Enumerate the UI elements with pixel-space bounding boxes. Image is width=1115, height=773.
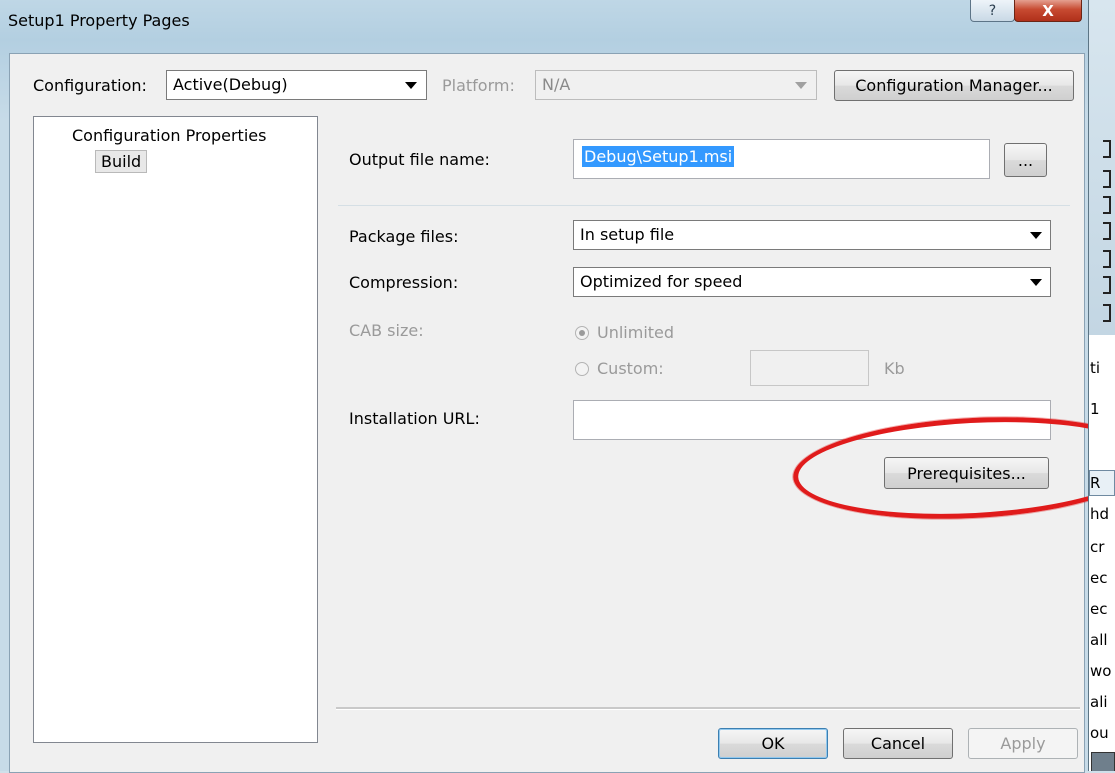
background-scroll-element — [1091, 752, 1115, 771]
platform-select[interactable]: N/A — [535, 70, 817, 100]
ok-button[interactable]: OK — [718, 728, 828, 759]
bracket-mark — [1103, 304, 1111, 322]
bracket-mark — [1103, 222, 1111, 240]
background-text-fragment: 1 — [1090, 400, 1100, 418]
installation-url-input[interactable] — [573, 400, 1051, 440]
close-icon: X — [1042, 1, 1054, 20]
background-text-fragment: ec — [1090, 600, 1108, 618]
prerequisites-button[interactable]: Prerequisites... — [884, 457, 1049, 489]
help-icon: ? — [988, 2, 997, 19]
window-title: Setup1 Property Pages — [8, 11, 190, 30]
chevron-down-icon — [1030, 279, 1042, 286]
tree-root-configuration-properties[interactable]: Configuration Properties — [72, 126, 266, 145]
bracket-mark — [1103, 196, 1111, 214]
unlimited-radio[interactable] — [575, 326, 589, 340]
bracket-mark — [1103, 140, 1111, 158]
custom-radio[interactable] — [575, 362, 589, 376]
package-files-value: In setup file — [580, 225, 675, 244]
configuration-select[interactable]: Active(Debug) — [166, 70, 427, 100]
tree-item-build[interactable]: Build — [95, 150, 148, 173]
unlimited-label: Unlimited — [597, 323, 675, 342]
background-text-fragment: ec — [1090, 569, 1108, 587]
background-text-fragment: all — [1090, 631, 1108, 649]
output-file-name-value: Debug\Setup1.msi — [582, 146, 735, 167]
apply-button[interactable]: Apply — [968, 728, 1078, 759]
configuration-tree: Configuration Properties Build — [33, 116, 318, 743]
section-divider — [338, 205, 1070, 206]
bracket-mark — [1103, 276, 1111, 294]
browse-button[interactable]: ... — [1004, 143, 1047, 177]
background-text-fragment: wo — [1090, 662, 1112, 680]
platform-label: Platform: — [442, 76, 515, 95]
bracket-mark — [1103, 250, 1111, 268]
background-text-fragment: ti — [1090, 359, 1101, 377]
background-text-fragment: ou — [1090, 724, 1109, 742]
chevron-down-icon — [405, 82, 417, 89]
bracket-mark — [1103, 170, 1111, 188]
background-window: ti 1 R hd cr ec ec all wo ali ou — [1088, 0, 1115, 771]
package-files-select[interactable]: In setup file — [573, 220, 1051, 250]
kb-unit-label: Kb — [884, 359, 905, 378]
cancel-button[interactable]: Cancel — [843, 728, 953, 759]
background-window-header — [1089, 0, 1115, 335]
compression-value: Optimized for speed — [580, 272, 743, 291]
background-text-fragment: hd — [1090, 505, 1110, 523]
background-text-fragment: ali — [1090, 693, 1108, 711]
cab-size-label: CAB size: — [349, 321, 424, 340]
help-button[interactable]: ? — [970, 0, 1015, 22]
platform-value: N/A — [542, 75, 571, 94]
footer-divider — [336, 707, 1080, 710]
configuration-label: Configuration: — [33, 76, 147, 95]
background-text-fragment: R — [1089, 470, 1115, 496]
configuration-value: Active(Debug) — [173, 75, 288, 94]
chevron-down-icon — [1030, 232, 1042, 239]
compression-select[interactable]: Optimized for speed — [573, 267, 1051, 297]
compression-label: Compression: — [349, 273, 459, 292]
configuration-manager-button[interactable]: Configuration Manager... — [834, 70, 1074, 101]
property-pages-dialog: Setup1 Property Pages ? X Configuration:… — [0, 0, 1089, 773]
custom-size-input[interactable] — [750, 350, 869, 386]
package-files-label: Package files: — [349, 227, 459, 246]
chevron-down-icon — [795, 82, 807, 89]
close-button[interactable]: X — [1014, 0, 1082, 22]
custom-label: Custom: — [597, 359, 664, 378]
output-file-name-label: Output file name: — [349, 150, 490, 169]
background-text-fragment: cr — [1090, 538, 1105, 556]
installation-url-label: Installation URL: — [349, 409, 480, 428]
output-file-name-input[interactable]: Debug\Setup1.msi — [573, 139, 990, 179]
